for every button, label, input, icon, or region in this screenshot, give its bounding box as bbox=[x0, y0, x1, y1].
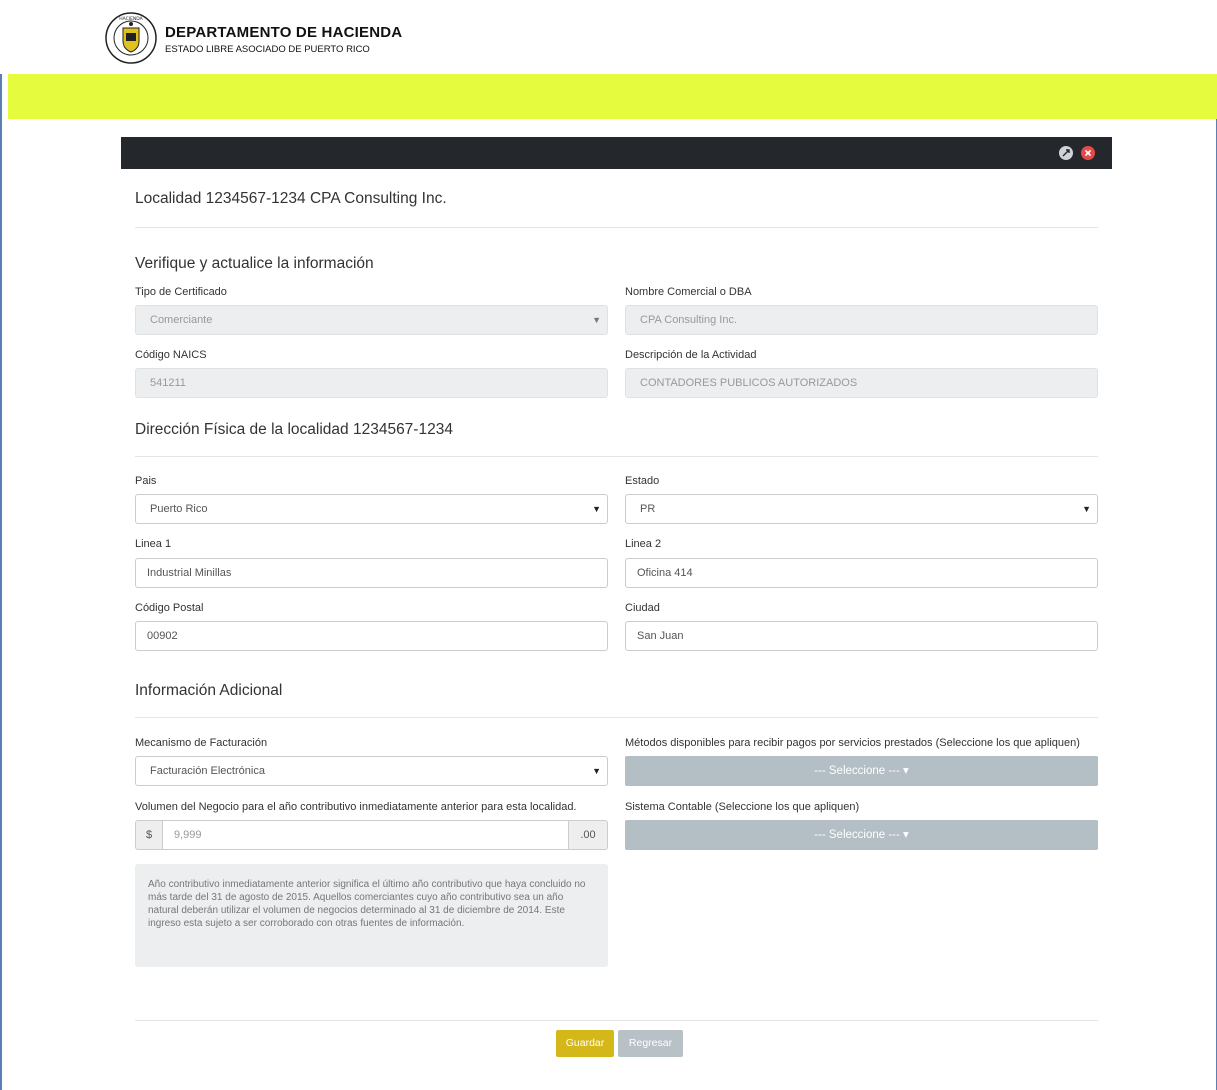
naics-field: 541211 bbox=[135, 368, 608, 398]
hacienda-seal-logo: HACIENDA bbox=[105, 12, 157, 64]
svg-text:HACIENDA: HACIENDA bbox=[119, 16, 143, 22]
activity-label: Descripción de la Actividad bbox=[625, 349, 757, 361]
expand-icon[interactable] bbox=[1059, 146, 1073, 160]
city-value: San Juan bbox=[637, 630, 684, 642]
chevron-down-icon: ▼ bbox=[592, 315, 601, 325]
zip-field[interactable]: 00902 bbox=[135, 621, 608, 651]
divider bbox=[135, 227, 1098, 228]
dba-value: CPA Consulting Inc. bbox=[640, 314, 738, 326]
accounting-multiselect-button[interactable]: --- Seleccione --- ▾ bbox=[625, 820, 1098, 850]
city-label: Ciudad bbox=[625, 602, 660, 614]
panel-titlebar bbox=[121, 137, 1112, 169]
cert-type-select: Comerciante ▼ bbox=[135, 305, 608, 335]
agency-subtitle: ESTADO LIBRE ASOCIADO DE PUERTO RICO bbox=[165, 44, 370, 55]
dba-field: CPA Consulting Inc. bbox=[625, 305, 1098, 335]
line2-label: Linea 2 bbox=[625, 538, 662, 550]
country-value: Puerto Rico bbox=[150, 503, 208, 515]
divider bbox=[135, 456, 1098, 457]
volume-label: Volumen del Negocio para el año contribu… bbox=[135, 801, 577, 813]
activity-value: CONTADORES PUBLICOS AUTORIZADOS bbox=[640, 377, 858, 389]
section-heading-additional: Información Adicional bbox=[135, 682, 283, 699]
cert-type-label: Tipo de Certificado bbox=[135, 286, 227, 298]
currency-prefix: $ bbox=[135, 820, 163, 850]
zip-value: 00902 bbox=[147, 630, 178, 642]
line1-field[interactable]: Industrial Minillas bbox=[135, 558, 608, 588]
activity-field: CONTADORES PUBLICOS AUTORIZADOS bbox=[625, 368, 1098, 398]
volume-input[interactable]: 9,999 bbox=[162, 820, 569, 850]
section-heading-verify: Verifique y actualice la información bbox=[135, 255, 374, 272]
zip-label: Código Postal bbox=[135, 602, 204, 614]
line2-value: Oficina 414 bbox=[637, 567, 693, 579]
chevron-down-icon: ▼ bbox=[1082, 504, 1091, 514]
payments-label: Métodos disponibles para recibir pagos p… bbox=[625, 737, 1080, 749]
dba-label: Nombre Comercial o DBA bbox=[625, 286, 752, 298]
save-button[interactable]: Guardar bbox=[556, 1030, 614, 1057]
info-note: Año contributivo inmediatamente anterior… bbox=[135, 864, 608, 967]
state-label: Estado bbox=[625, 475, 660, 487]
agency-name: DEPARTAMENTO DE HACIENDA bbox=[165, 24, 403, 41]
cert-type-value: Comerciante bbox=[150, 314, 213, 326]
state-value: PR bbox=[640, 503, 656, 515]
country-label: Pais bbox=[135, 475, 157, 487]
naics-value: 541211 bbox=[150, 377, 186, 389]
close-icon[interactable] bbox=[1081, 146, 1095, 160]
state-select[interactable]: PR ▼ bbox=[625, 494, 1098, 524]
line1-value: Industrial Minillas bbox=[147, 567, 232, 579]
volume-placeholder: 9,999 bbox=[174, 829, 202, 841]
chevron-down-icon: ▼ bbox=[592, 504, 601, 514]
divider bbox=[135, 1020, 1098, 1021]
accent-band bbox=[8, 74, 1217, 119]
billing-value: Facturación Electrónica bbox=[150, 765, 265, 777]
payments-multiselect-button[interactable]: --- Seleccione --- ▾ bbox=[625, 756, 1098, 786]
country-select[interactable]: Puerto Rico ▼ bbox=[135, 494, 608, 524]
line1-label: Linea 1 bbox=[135, 538, 172, 550]
page-title: Localidad 1234567-1234 CPA Consulting In… bbox=[135, 190, 447, 207]
line2-field[interactable]: Oficina 414 bbox=[625, 558, 1098, 588]
section-heading-address: Dirección Física de la localidad 1234567… bbox=[135, 421, 453, 438]
cents-suffix: .00 bbox=[568, 820, 608, 850]
naics-label: Código NAICS bbox=[135, 349, 207, 361]
city-field[interactable]: San Juan bbox=[625, 621, 1098, 651]
back-button[interactable]: Regresar bbox=[618, 1030, 683, 1057]
chevron-down-icon: ▼ bbox=[592, 766, 601, 776]
divider bbox=[135, 717, 1098, 718]
billing-label: Mecanismo de Facturación bbox=[135, 737, 268, 749]
site-header: HACIENDA DEPARTAMENTO DE HACIENDA ESTADO… bbox=[0, 0, 1217, 74]
accounting-label: Sistema Contable (Seleccione los que apl… bbox=[625, 801, 860, 813]
billing-select[interactable]: Facturación Electrónica ▼ bbox=[135, 756, 608, 786]
